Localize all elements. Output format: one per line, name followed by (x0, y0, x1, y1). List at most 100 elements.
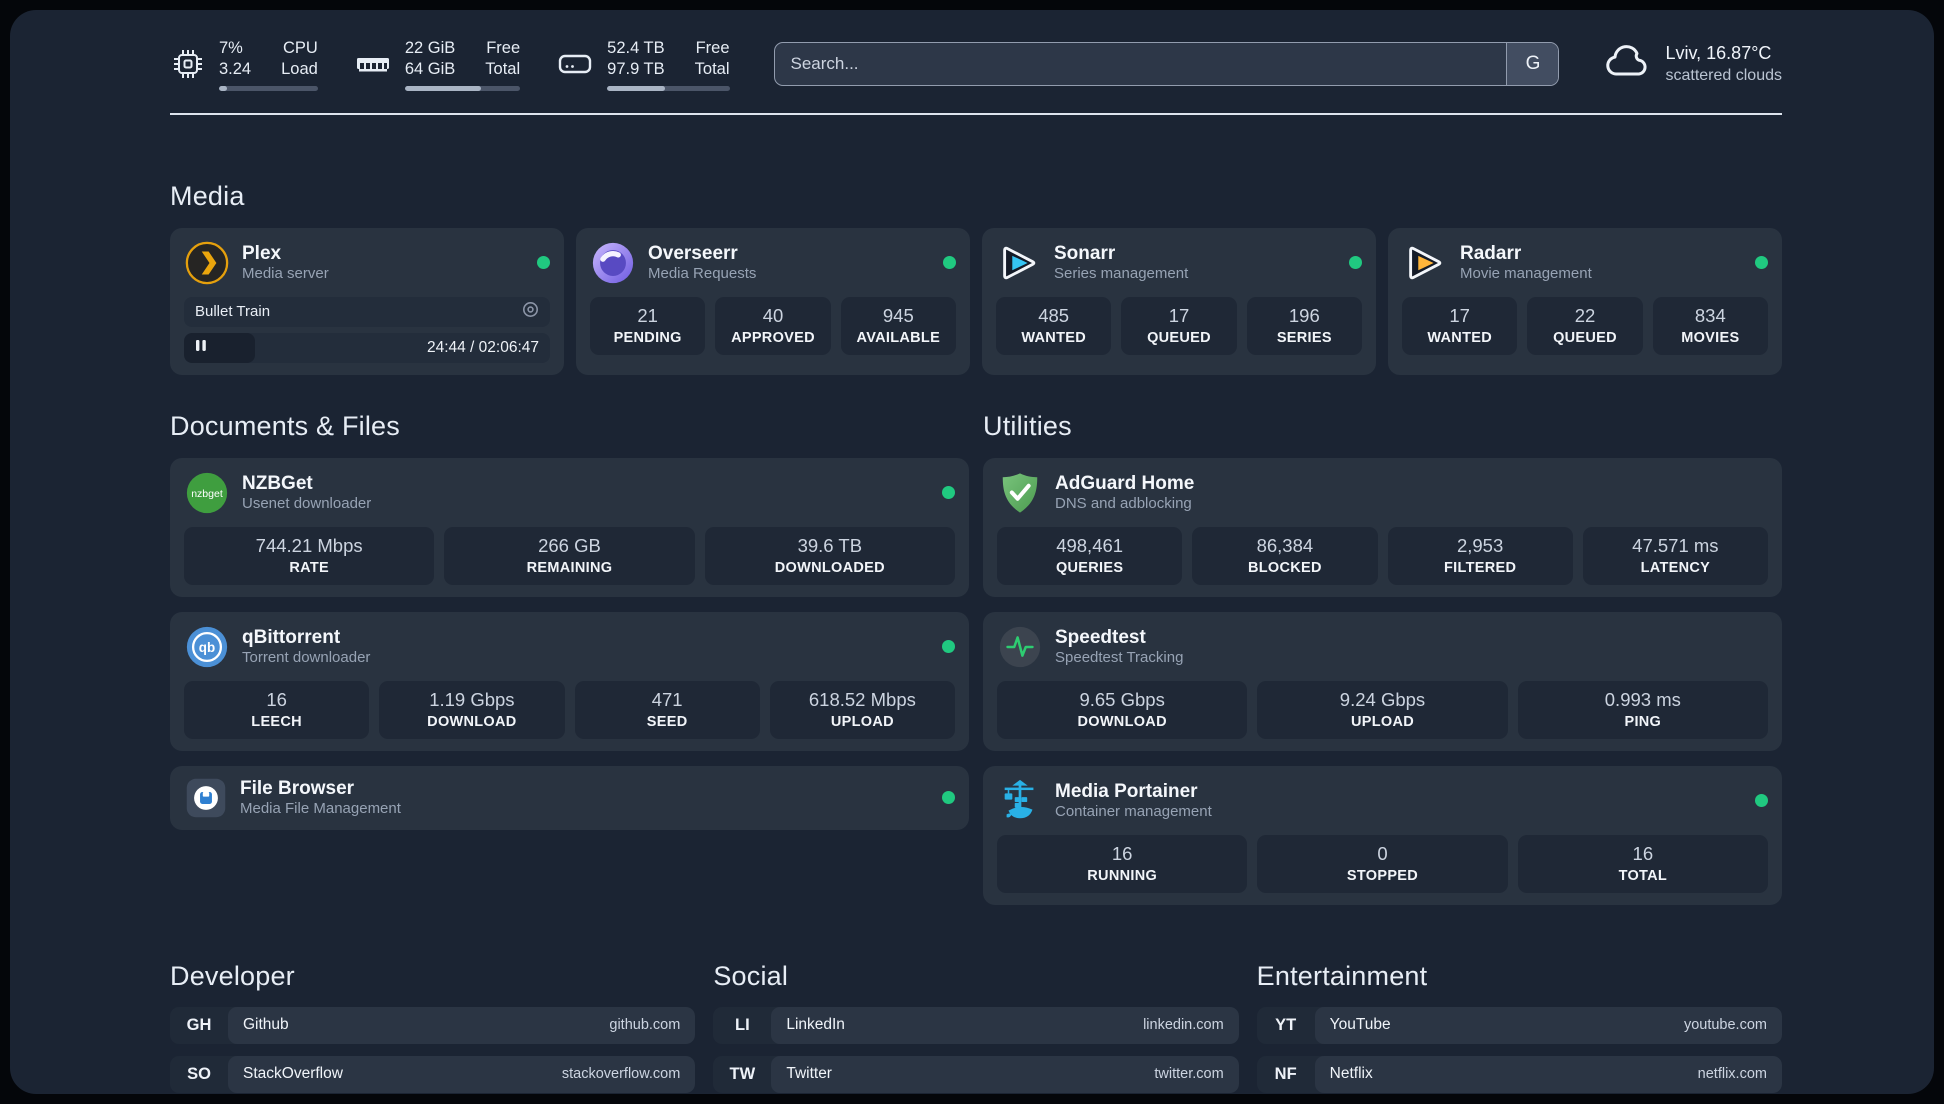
stat-total: 16 TOTAL (1517, 834, 1768, 893)
link-url: netflix.com (1697, 1066, 1767, 1083)
speedtest-icon (997, 624, 1043, 670)
stat-upload: 618.52 Mbps UPLOAD (769, 680, 955, 739)
cpu-usage-label: CPU (283, 39, 318, 57)
session-disc-icon (522, 301, 539, 322)
app-name: File Browser (240, 777, 355, 799)
adguard-icon (997, 470, 1043, 516)
search-engine-button[interactable]: G (1506, 43, 1559, 86)
cpu-icon (170, 46, 206, 82)
link-youtube[interactable]: YT YouTube youtube.com (1256, 1006, 1782, 1044)
radarr-card[interactable]: Radarr Movie management 17 WANTED 22 QUEUE… (1388, 227, 1782, 375)
stat-wanted: 17 WANTED (1402, 296, 1518, 355)
link-url: twitter.com (1154, 1066, 1224, 1083)
nzbget-icon: nzbget (184, 470, 230, 516)
link-twitter[interactable]: TW Twitter twitter.com (713, 1055, 1239, 1093)
playback-time: 24:44 / 02:06:47 (426, 338, 539, 356)
ram-free-value: 22 GiB (404, 39, 456, 57)
section-title-social: Social (713, 960, 789, 991)
disk-total-value: 97.9 TB (607, 60, 665, 79)
qbittorrent-card[interactable]: qb qBittorrent Torrent downloader 16 LEEC… (170, 611, 969, 751)
cpu-widget: 7% 3.24 CPU Load (170, 38, 318, 91)
app-desc: DNS and adblocking (1055, 495, 1192, 513)
link-abbr: NF (1274, 1064, 1297, 1083)
status-dot (1755, 256, 1768, 270)
app-desc: Usenet downloader (242, 495, 372, 513)
cpu-usage-value: 7% (219, 39, 243, 57)
plex-icon (184, 240, 230, 286)
app-name: Plex (242, 242, 282, 264)
search-input[interactable] (774, 43, 1507, 86)
link-stackoverflow[interactable]: SO StackOverflow stackoverflow.com (170, 1055, 696, 1093)
ram-total-value: 64 GiB (404, 60, 456, 79)
stat-available: 945 AVAILABLE (840, 296, 956, 355)
plex-card[interactable]: Plex Media server Bullet Train 24:44 / 0… (170, 227, 564, 375)
stat-movies: 834 MOVIES (1652, 296, 1768, 355)
status-dot (942, 791, 955, 805)
portainer-icon (997, 778, 1043, 824)
app-desc: Media File Management (240, 800, 401, 818)
link-github[interactable]: GH Github github.com (170, 1006, 696, 1044)
playback-progress: 24:44 / 02:06:47 (184, 332, 550, 363)
link-url: linkedin.com (1143, 1017, 1224, 1034)
sonarr-card[interactable]: Sonarr Series management 485 WANTED 17 QUE… (982, 227, 1376, 375)
link-url: github.com (609, 1017, 681, 1034)
svg-text:nzbget: nzbget (191, 488, 223, 500)
search-bar: G (773, 42, 1560, 87)
status-dot (1349, 256, 1362, 270)
app-name: Sonarr (1054, 242, 1116, 264)
nzbget-card[interactable]: nzbget NZBGet Usenet downloader 744.21 M… (170, 457, 969, 597)
ram-icon (354, 46, 392, 82)
link-linkedin[interactable]: LI LinkedIn linkedin.com (713, 1006, 1239, 1044)
cloud-icon (1603, 42, 1651, 87)
stat-queries: 498,461 QUERIES (997, 526, 1183, 585)
section-title-documents: Documents & Files (170, 410, 400, 441)
disk-free-value: 52.4 TB (607, 39, 665, 57)
now-playing-row: Bullet Train (184, 296, 550, 327)
stat-upload: 9.24 Gbps UPLOAD (1257, 680, 1508, 739)
weather-condition: scattered clouds (1665, 66, 1782, 84)
adguard-card[interactable]: AdGuard Home DNS and adblocking 498,461 Q… (983, 457, 1782, 597)
stat-series: 196 SERIES (1246, 296, 1362, 355)
stat-blocked: 86,384 BLOCKED (1192, 526, 1378, 585)
filebrowser-card[interactable]: File Browser Media File Management (170, 765, 969, 830)
status-dot (1755, 794, 1768, 808)
stat-rate: 744.21 Mbps RATE (184, 526, 435, 585)
link-name: StackOverflow (243, 1065, 343, 1083)
radarr-icon (1402, 240, 1448, 286)
link-name: Netflix (1329, 1065, 1373, 1083)
weather-widget: Lviv, 16.87°C scattered clouds (1603, 42, 1782, 87)
cpu-load-value: 3.24 (219, 60, 252, 79)
link-abbr: GH (186, 1015, 212, 1034)
link-abbr: SO (187, 1064, 211, 1083)
filebrowser-icon (184, 776, 228, 820)
app-name: AdGuard Home (1055, 472, 1195, 494)
sonarr-icon (996, 240, 1042, 286)
disk-free-label: Free (695, 39, 730, 57)
link-abbr: YT (1275, 1015, 1297, 1034)
portainer-card[interactable]: Media Portainer Container management 16 R… (983, 765, 1782, 905)
status-dot (942, 640, 955, 654)
stat-download: 1.19 Gbps DOWNLOAD (379, 680, 565, 739)
dashboard-panel: 7% 3.24 CPU Load 22 GiB 64 GiB Free Tota… (10, 10, 1934, 1094)
disk-total-label: Total (694, 60, 730, 79)
app-desc: Torrent downloader (242, 649, 371, 667)
ram-widget: 22 GiB 64 GiB Free Total (354, 38, 521, 91)
status-dot (943, 256, 956, 270)
pause-icon (195, 339, 207, 357)
link-name: YouTube (1329, 1016, 1391, 1034)
stat-remaining: 266 GB REMAINING (444, 526, 695, 585)
app-name: Overseerr (648, 242, 738, 264)
status-dot (942, 486, 955, 500)
cpu-progress-bar (219, 85, 318, 91)
overseerr-icon (590, 240, 636, 286)
link-abbr: TW (729, 1064, 756, 1083)
overseerr-card[interactable]: Overseerr Media Requests 21 PENDING 40 APP… (576, 227, 970, 375)
link-name: LinkedIn (786, 1016, 845, 1034)
stat-latency: 47.571 ms LATENCY (1582, 526, 1768, 585)
link-netflix[interactable]: NF Netflix netflix.com (1256, 1055, 1782, 1093)
link-name: Twitter (786, 1065, 832, 1083)
app-name: Speedtest (1055, 626, 1146, 648)
disk-progress-bar (607, 85, 730, 91)
stat-downloaded: 39.6 TB DOWNLOADED (704, 526, 955, 585)
speedtest-card[interactable]: Speedtest Speedtest Tracking 9.65 Gbps DO… (983, 611, 1782, 751)
